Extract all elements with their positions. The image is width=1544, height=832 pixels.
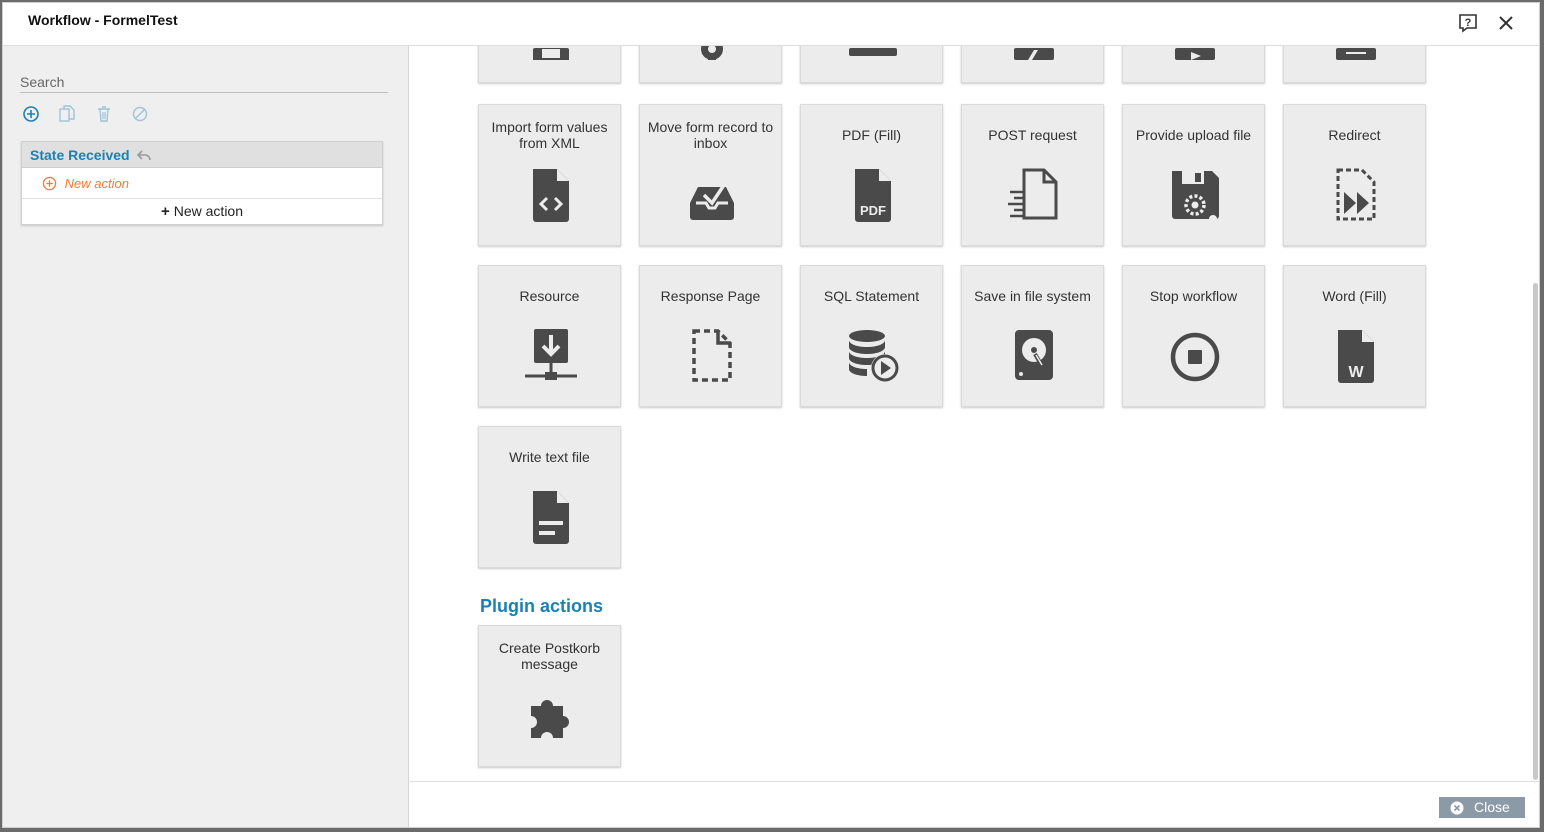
word-file-icon: W: [1338, 330, 1374, 383]
action-tile-label: Response Page: [660, 288, 761, 304]
hard-disk-icon: [1015, 330, 1053, 380]
plugin-actions-heading: Plugin actions: [480, 596, 604, 616]
action-tile-partial[interactable]: [800, 46, 943, 83]
sidebar: State Received New action +New action: [3, 46, 409, 827]
search-input[interactable]: [20, 71, 388, 93]
lightning-icon: [1014, 48, 1054, 60]
action-tile-partial[interactable]: [478, 46, 621, 83]
action-tile-import-xml[interactable]: Import form values from XML: [478, 104, 621, 246]
action-tile-write-text-file[interactable]: Write text file: [478, 426, 621, 568]
close-button-label: Close: [1474, 799, 1510, 815]
redirect-icon: [1336, 168, 1376, 221]
new-action-item-label: New action: [64, 176, 129, 191]
action-tile-post-request[interactable]: POST request: [961, 104, 1104, 246]
new-action-button-label: New action: [173, 203, 244, 219]
inbox-icon: [690, 184, 734, 220]
action-tile-sql-statement[interactable]: SQL Statement: [800, 265, 943, 407]
action-tile-label: Word (Fill): [1322, 288, 1387, 304]
action-tile-word-fill[interactable]: Word (Fill) W: [1283, 265, 1426, 407]
post-request-icon: [1008, 168, 1058, 220]
copy-icon[interactable]: [58, 105, 76, 123]
disable-icon[interactable]: [131, 105, 149, 123]
action-tile-provide-upload[interactable]: Provide upload file: [1122, 104, 1265, 246]
id-card-icon: [533, 48, 569, 60]
stop-circle-icon: [1170, 332, 1220, 382]
action-tile-stop-workflow[interactable]: Stop workflow: [1122, 265, 1265, 407]
database-play-icon: [849, 330, 899, 382]
window-title: Workflow - FormelTest: [28, 12, 178, 28]
download-icon: [1336, 48, 1376, 60]
action-tile-label: Create Postkorb message: [498, 640, 601, 672]
dialog-footer: Close: [410, 781, 1539, 827]
state-card: State Received New action + New action: [21, 141, 383, 225]
trash-icon[interactable]: [95, 105, 113, 123]
gear-icon: [701, 46, 723, 60]
action-tile-save-file-system[interactable]: Save in file system: [961, 265, 1104, 407]
action-tile-partial[interactable]: [1122, 46, 1265, 83]
action-tile-label: POST request: [988, 127, 1077, 143]
action-catalog: Import form values from XML Move form re…: [410, 46, 1539, 781]
state-header[interactable]: State Received: [22, 142, 382, 168]
action-tile-label: Stop workflow: [1149, 288, 1238, 304]
svg-text:PDF: PDF: [860, 203, 886, 218]
add-circle-icon: [42, 176, 57, 191]
floppy-gear-icon: [1172, 171, 1219, 223]
action-tile-label: Provide upload file: [1135, 127, 1252, 143]
file-code-icon: [533, 169, 569, 222]
action-tile-redirect[interactable]: Redirect: [1283, 104, 1426, 246]
text-file-icon: [533, 491, 569, 544]
action-tile-partial[interactable]: [1283, 46, 1426, 83]
close-icon[interactable]: [1496, 13, 1516, 33]
action-tile-label: Resource: [519, 288, 580, 304]
action-tile-create-postkorb[interactable]: Create Postkorb message: [478, 625, 621, 767]
share-icon: [1175, 48, 1215, 60]
action-tile-partial[interactable]: [639, 46, 782, 83]
close-circle-icon: [1450, 801, 1464, 815]
puzzle-icon: [531, 700, 569, 738]
action-tile-label: Import form values from XML: [491, 119, 608, 151]
help-icon[interactable]: ?: [1458, 13, 1478, 33]
keyboard-icon: [849, 48, 897, 56]
pdf-file-icon: PDF: [855, 169, 891, 222]
action-tile-response-page[interactable]: Response Page: [639, 265, 782, 407]
action-tile-pdf-fill[interactable]: PDF (Fill) PDF: [800, 104, 943, 246]
new-action-item[interactable]: New action: [22, 168, 382, 199]
action-tile-move-inbox[interactable]: Move form record to inbox: [639, 104, 782, 246]
action-tile-label: Redirect: [1328, 127, 1381, 143]
action-tile-partial[interactable]: [961, 46, 1104, 83]
action-tile-label: PDF (Fill): [841, 127, 902, 143]
plus-icon: +: [160, 203, 170, 220]
action-tile-label: Write text file: [509, 449, 590, 465]
action-tile-label: Move form record to inbox: [647, 119, 774, 151]
svg-text:W: W: [1348, 364, 1364, 381]
resource-download-icon: [525, 329, 577, 380]
undo-icon[interactable]: [136, 150, 151, 162]
close-button[interactable]: Close: [1439, 797, 1525, 818]
titlebar: Workflow - FormelTest ?: [3, 3, 1539, 46]
scrollbar[interactable]: [1533, 283, 1538, 780]
action-tile-label: SQL Statement: [823, 288, 920, 304]
svg-text:?: ?: [1465, 17, 1472, 29]
action-tile-label: Save in file system: [974, 288, 1091, 304]
action-tile-resource[interactable]: Resource: [478, 265, 621, 407]
state-title: State Received: [30, 147, 130, 163]
add-circle-icon[interactable]: [22, 105, 40, 123]
new-action-button[interactable]: + New action: [22, 199, 382, 224]
dashed-file-icon: [692, 329, 732, 382]
workflow-dialog: Workflow - FormelTest ? State Re: [2, 2, 1540, 828]
